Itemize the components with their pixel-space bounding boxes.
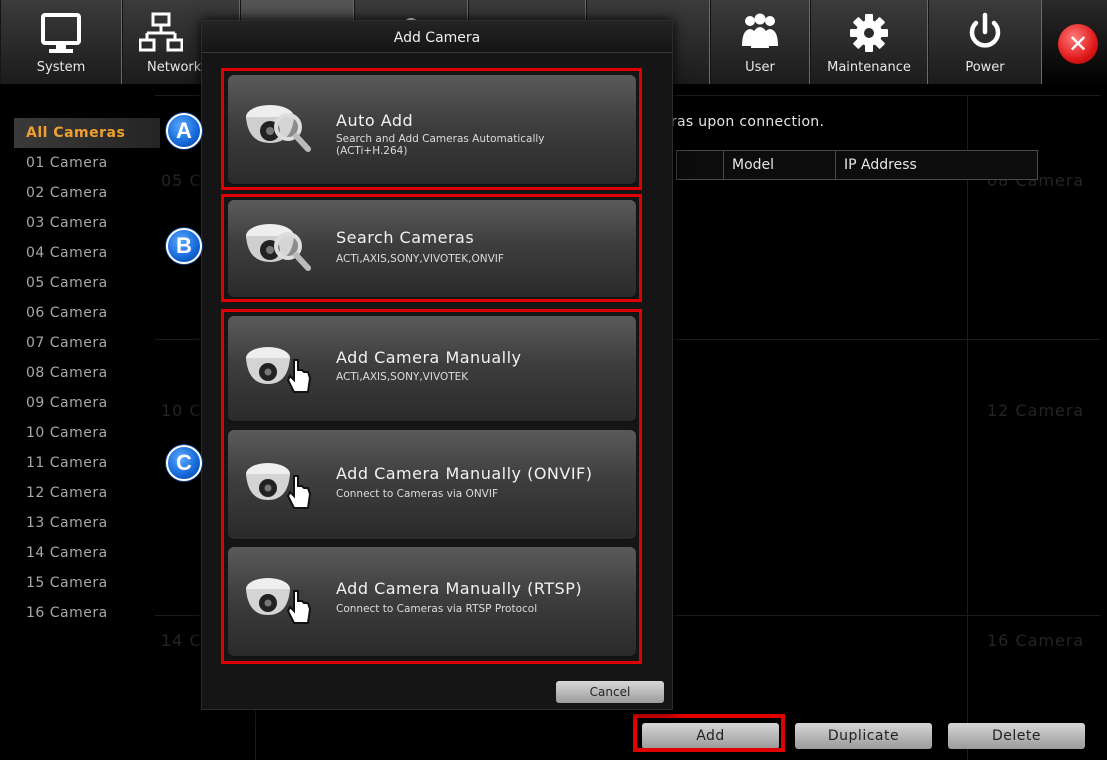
camera-list-item[interactable]: 14 Camera <box>14 538 160 568</box>
toolbar-power-label: Power <box>965 60 1005 75</box>
camera-list-item[interactable]: 13 Camera <box>14 508 160 538</box>
camera-list-item[interactable]: 08 Camera <box>14 358 160 388</box>
dialog-title: Add Camera <box>202 21 672 53</box>
close-button[interactable]: ✕ <box>1058 24 1098 64</box>
connection-notice: eras upon connection. <box>662 114 825 130</box>
camera-list-item[interactable]: 01 Camera <box>14 148 160 178</box>
camera-list-item[interactable]: 03 Camera <box>14 208 160 238</box>
column-header <box>677 151 723 179</box>
highlight-frame-c <box>221 309 642 664</box>
users-icon <box>742 13 778 48</box>
gear-icon <box>850 14 888 52</box>
marker-c-badge: C <box>166 445 202 481</box>
camera-list-item[interactable]: All Cameras <box>14 118 160 148</box>
toolbar-power-button[interactable]: Power <box>928 0 1042 84</box>
toolbar-system-label: System <box>36 60 86 75</box>
column-header-ip-address: IP Address <box>835 151 1037 179</box>
cancel-button[interactable]: Cancel <box>556 681 664 703</box>
add-button-highlight <box>633 714 785 752</box>
camera-list-item[interactable]: 04 Camera <box>14 238 160 268</box>
network-icon <box>139 12 183 52</box>
camera-table-header: Model IP Address <box>676 150 1038 180</box>
camera-list-item[interactable]: 06 Camera <box>14 298 160 328</box>
camera-list-item[interactable]: 12 Camera <box>14 478 160 508</box>
ghost-label: 05 C <box>161 171 202 190</box>
toolbar-maintenance-button[interactable]: Maintenance <box>810 0 928 84</box>
close-icon: ✕ <box>1067 30 1089 58</box>
power-icon <box>969 12 1001 48</box>
camera-list-item[interactable]: 10 Camera <box>14 418 160 448</box>
marker-b-label: B <box>176 233 192 258</box>
highlight-frame-b <box>221 194 642 302</box>
camera-list-item[interactable]: 02 Camera <box>14 178 160 208</box>
camera-list-item[interactable]: 07 Camera <box>14 328 160 358</box>
toolbar-user-button[interactable]: User <box>710 0 810 84</box>
toolbar-user-label: User <box>745 60 775 75</box>
marker-a-badge: A <box>166 113 202 149</box>
ghost-label: 12 Camera <box>987 401 1085 420</box>
ghost-label: 16 Camera <box>987 631 1085 650</box>
marker-b-badge: B <box>166 228 202 264</box>
delete-button[interactable]: Delete <box>948 723 1085 749</box>
marker-c-label: C <box>176 450 192 475</box>
monitor-icon <box>41 13 81 53</box>
toolbar-maintenance-label: Maintenance <box>827 60 911 75</box>
column-header-model: Model <box>723 151 835 179</box>
camera-list-item[interactable]: 11 Camera <box>14 448 160 478</box>
highlight-frame-a <box>221 68 642 190</box>
camera-list-item[interactable]: 15 Camera <box>14 568 160 598</box>
ghost-label: 10 C <box>161 401 202 420</box>
camera-list-item[interactable]: 05 Camera <box>14 268 160 298</box>
camera-list-item[interactable]: 09 Camera <box>14 388 160 418</box>
marker-a-label: A <box>176 118 192 143</box>
toolbar-system-button[interactable]: System <box>0 0 122 84</box>
duplicate-button[interactable]: Duplicate <box>795 723 932 749</box>
ghost-label: 14 C <box>161 631 202 650</box>
camera-list: All Cameras 01 Camera 02 Camera 03 Camer… <box>14 118 160 628</box>
camera-list-item[interactable]: 16 Camera <box>14 598 160 628</box>
